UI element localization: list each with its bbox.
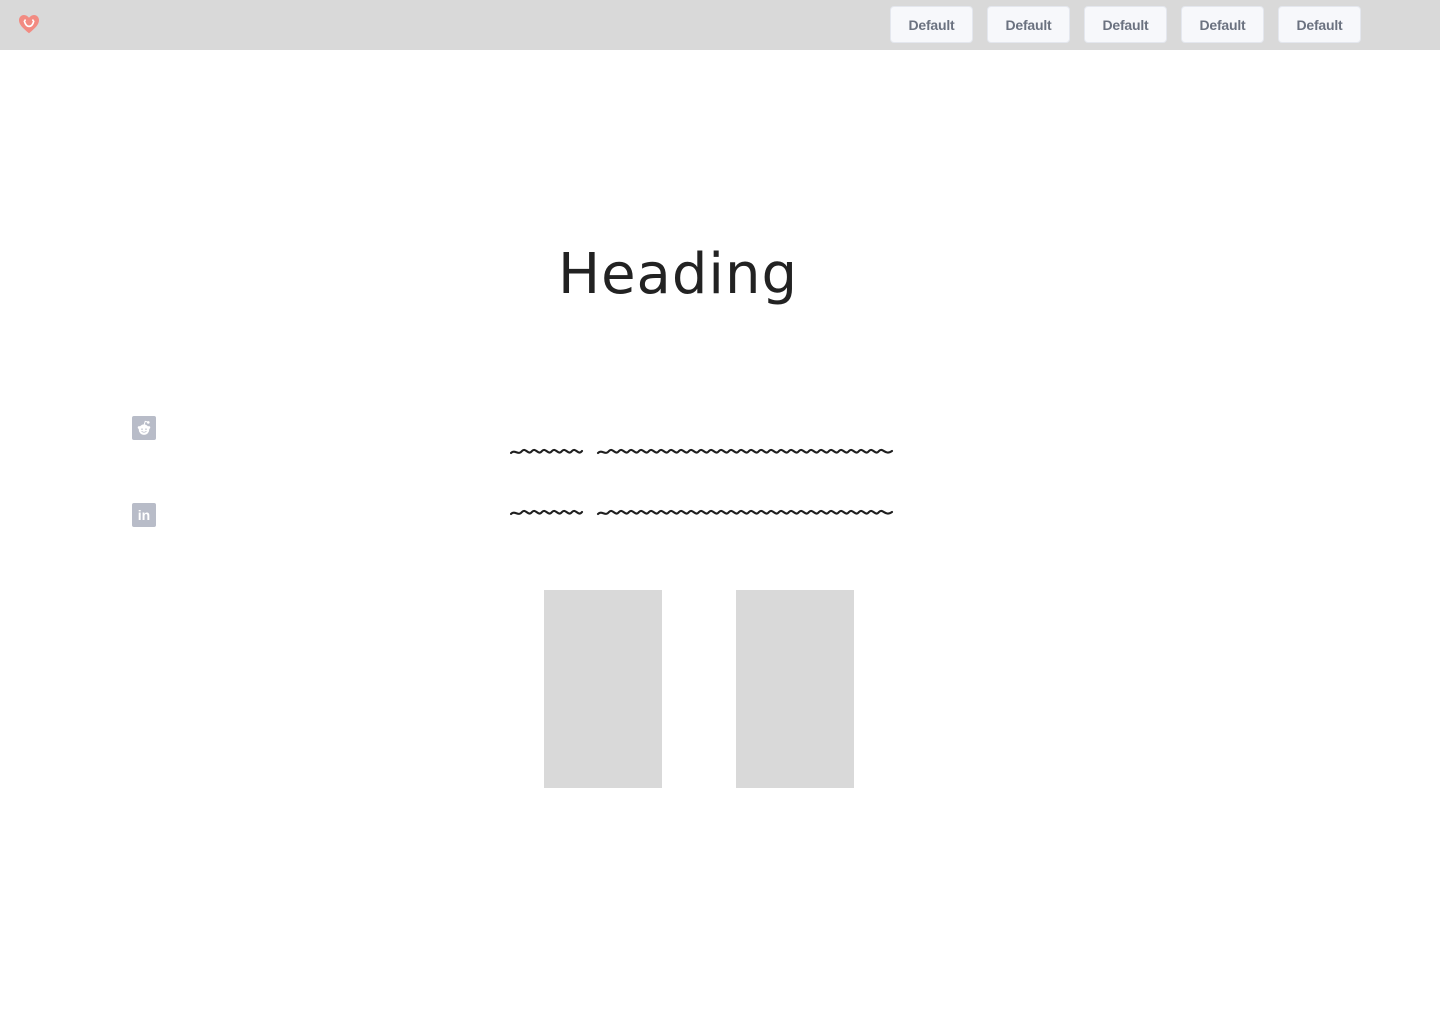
body-text-line-one xyxy=(510,443,896,459)
linkedin-icon[interactable]: in xyxy=(132,503,156,527)
body-text-line-two xyxy=(510,504,896,520)
image-placeholder-left xyxy=(544,590,662,788)
nav-default-button-2[interactable]: Default xyxy=(987,6,1070,43)
nav-default-button-5[interactable]: Default xyxy=(1278,6,1361,43)
reddit-icon[interactable] xyxy=(132,416,156,440)
image-placeholder-right xyxy=(736,590,854,788)
nav-default-button-1[interactable]: Default xyxy=(890,6,973,43)
page-heading: Heading xyxy=(557,242,799,307)
nav-default-button-4[interactable]: Default xyxy=(1181,6,1264,43)
illegible-text-scribble xyxy=(510,509,894,516)
landing-page: Default Default Default Default Default … xyxy=(0,0,1440,1024)
heart-logo-icon[interactable] xyxy=(17,12,41,36)
illegible-text-scribble xyxy=(510,448,894,455)
top-navigation: Default Default Default Default Default xyxy=(890,6,1361,43)
nav-default-button-3[interactable]: Default xyxy=(1084,6,1167,43)
top-navigation-bar: Default Default Default Default Default xyxy=(0,0,1440,50)
